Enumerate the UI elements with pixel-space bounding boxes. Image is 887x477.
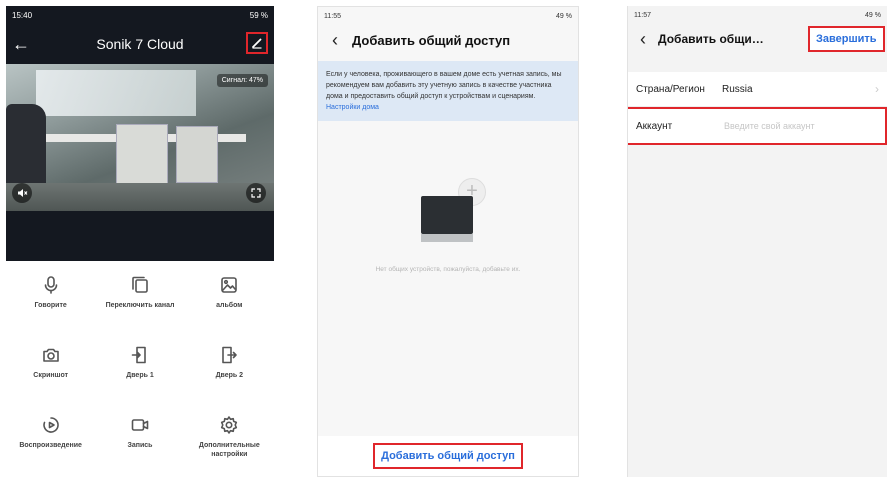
- video-record-icon: [131, 419, 149, 431]
- empty-state: +: [318, 166, 578, 286]
- screenshot-button[interactable]: Скриншот: [6, 335, 95, 405]
- control-label: Воспроизведение: [19, 442, 82, 449]
- account-label: Аккаунт: [636, 120, 673, 132]
- account-input[interactable]: [722, 120, 876, 132]
- control-label: Дополнительные настройки: [198, 442, 260, 458]
- phone-screen-camera: 15:40 59 % ← Sonik 7 Cloud Сигнал: 47% Г…: [6, 6, 274, 477]
- playback-icon: [42, 417, 59, 433]
- pencil-icon: [252, 38, 262, 49]
- status-battery: 59 %: [249, 10, 268, 20]
- info-text: Если у человека, проживающего в вашем до…: [326, 71, 562, 100]
- finish-button[interactable]: Завершить: [808, 26, 885, 52]
- bottom-bar: Добавить общий доступ: [318, 436, 578, 476]
- status-battery: 49 %: [865, 11, 881, 19]
- top-bar: ← Sonik 7 Cloud: [6, 24, 274, 64]
- status-bar: 11:55 49 %: [318, 7, 578, 25]
- video-bottom-strip: [6, 211, 274, 261]
- form-rows: Страна/Регион Russia › Аккаунт: [628, 72, 887, 145]
- home-settings-link[interactable]: Настройки дома: [326, 104, 379, 111]
- fullscreen-button[interactable]: [246, 183, 266, 203]
- monitor-base: [421, 234, 473, 242]
- device-title: Sonik 7 Cloud: [96, 36, 184, 52]
- chevron-right-icon: ›: [875, 82, 879, 96]
- add-sharing-button[interactable]: Добавить общий доступ: [373, 443, 523, 469]
- switch-channel-button[interactable]: Переключить канал: [95, 265, 184, 335]
- gear-icon: [221, 416, 238, 434]
- status-bar: 15:40 59 %: [6, 6, 274, 24]
- info-banner: Если у человека, проживающего в вашем до…: [318, 61, 578, 121]
- video-cabinet: [116, 124, 168, 186]
- signal-badge: Сигнал: 47%: [216, 74, 268, 87]
- switch-channel-icon: [132, 276, 148, 293]
- country-label: Страна/Регион: [636, 83, 705, 95]
- status-bar: 11:57 49 %: [628, 6, 887, 24]
- control-label: Говорите: [34, 302, 67, 309]
- control-label: Переключить канал: [105, 302, 175, 309]
- phone-screen-add-account: 11:57 49 % ‹ Добавить общий д... Заверши…: [627, 6, 887, 477]
- mute-button[interactable]: [12, 183, 32, 203]
- video-window-area: [36, 70, 196, 116]
- camera-icon: [42, 348, 59, 362]
- country-value: Russia: [722, 83, 753, 95]
- record-button[interactable]: Запись: [95, 405, 184, 475]
- video-floor: [6, 183, 274, 211]
- back-chevron-icon[interactable]: ‹: [318, 30, 352, 51]
- microphone-icon: [44, 276, 57, 294]
- door-1-icon: [131, 346, 146, 364]
- album-button[interactable]: альбом: [185, 265, 274, 335]
- status-time: 15:40: [12, 10, 33, 20]
- status-battery: 49 %: [556, 12, 572, 20]
- control-label: Дверь 1: [126, 372, 154, 379]
- account-row: Аккаунт: [628, 107, 887, 145]
- speaker-mute-icon: [18, 189, 28, 197]
- edit-button[interactable]: [246, 32, 268, 54]
- header: ‹ Добавить общий доступ: [318, 25, 578, 55]
- control-label: альбом: [216, 302, 243, 309]
- page-title: Добавить общий д...: [658, 32, 768, 46]
- more-settings-button[interactable]: Дополнительные настройки: [185, 405, 274, 475]
- control-label: Запись: [127, 442, 153, 449]
- page-title: Добавить общий доступ: [352, 32, 511, 48]
- playback-button[interactable]: Воспроизведение: [6, 405, 95, 475]
- door-1-button[interactable]: Дверь 1: [95, 335, 184, 405]
- video-cabinet-2: [176, 126, 218, 183]
- control-label: Дверь 2: [215, 372, 244, 379]
- header: ‹ Добавить общий д... Завершить: [628, 24, 887, 54]
- phone-screen-add-sharing: 11:55 49 % ‹ Добавить общий доступ Если …: [317, 6, 579, 477]
- back-chevron-icon[interactable]: ‹: [628, 29, 658, 50]
- talk-button[interactable]: Говорите: [6, 265, 95, 335]
- back-arrow-icon[interactable]: ←: [6, 34, 36, 55]
- door-2-button[interactable]: Дверь 2: [185, 335, 274, 405]
- controls-grid: Говорите Переключить канал альбом Скринш…: [6, 261, 274, 475]
- album-icon: [221, 277, 238, 293]
- status-time: 11:55: [324, 12, 341, 20]
- door-2-icon: [222, 346, 238, 364]
- fullscreen-icon: [251, 188, 261, 198]
- control-label: Скриншот: [33, 372, 69, 379]
- country-region-row[interactable]: Страна/Регион Russia ›: [628, 72, 887, 107]
- status-time: 11:57: [634, 11, 651, 19]
- camera-video-feed[interactable]: Сигнал: 47%: [6, 64, 274, 211]
- monitor-icon: [421, 196, 473, 234]
